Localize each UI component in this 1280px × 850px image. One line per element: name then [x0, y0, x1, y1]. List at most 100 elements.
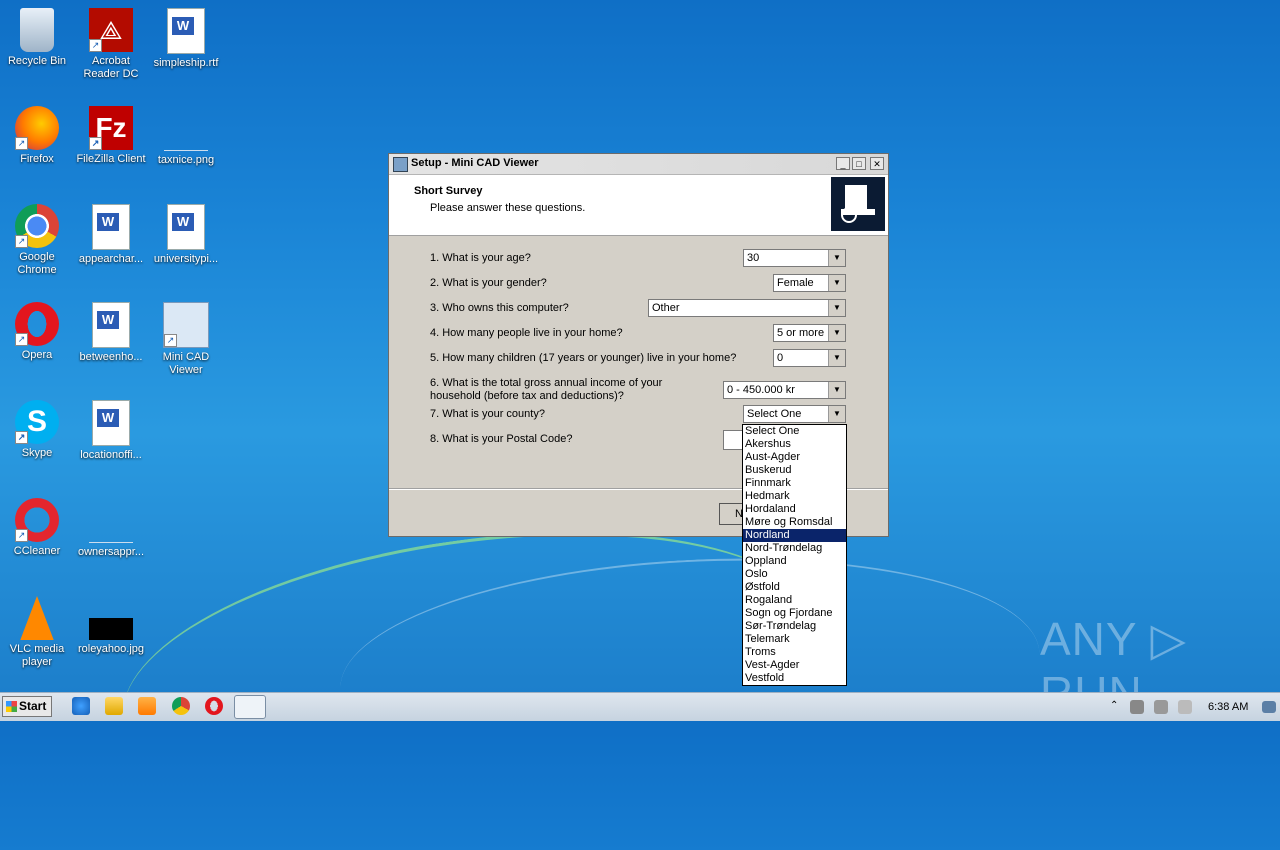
desktop-icon-label: Skype	[21, 447, 53, 459]
minimize-icon[interactable]: _	[836, 157, 850, 170]
desktop-icon-betweenho[interactable]: W betweenho...	[74, 302, 148, 364]
chevron-down-icon[interactable]: ▼	[828, 382, 845, 398]
taskbar: Start ⌃ 6:38 AM	[0, 692, 1280, 721]
image-file-icon	[164, 106, 208, 151]
county-dropdown-list[interactable]: Select One Akershus Aust-Agder Buskerud Finn…	[742, 424, 847, 686]
question-children: 5. How many children (17 years or younge…	[430, 352, 737, 364]
desktop-icon-acrobat[interactable]: ⟁ ↗ Acrobat Reader DC	[74, 8, 148, 81]
maximize-icon[interactable]: □	[852, 157, 866, 170]
desktop-icon-label: betweenho...	[79, 351, 143, 363]
desktop-icon-universitypi[interactable]: W universitypi...	[149, 204, 223, 266]
gender-select[interactable]: Female ▼	[773, 274, 846, 292]
household-size-select[interactable]: 5 or more ▼	[773, 324, 846, 342]
chevron-down-icon[interactable]: ▼	[828, 250, 845, 266]
show-hidden-icons-icon[interactable]: ⌃	[1110, 697, 1120, 715]
county-option[interactable]: Nordland	[743, 529, 846, 542]
desktop-icon-mini-cad-viewer[interactable]: ↗ Mini CAD Viewer	[149, 302, 223, 377]
desktop-icon-ownersappr[interactable]: ownersappr...	[74, 498, 148, 559]
county-option[interactable]: Oppland	[743, 555, 846, 568]
chevron-down-icon[interactable]: ▼	[828, 350, 845, 366]
word-document-icon: W	[92, 302, 130, 348]
acrobat-icon: ⟁ ↗	[89, 8, 133, 52]
network-icon[interactable]	[1130, 700, 1144, 714]
county-option[interactable]: Aust-Agder	[743, 451, 846, 464]
desktop-icon-label: CCleaner	[13, 545, 61, 557]
desktop-icon-label: Recycle Bin	[7, 55, 67, 67]
owner-select[interactable]: Other ▼	[648, 299, 846, 317]
opera-icon[interactable]	[205, 697, 223, 715]
desktop-icon-label: locationoffi...	[80, 449, 142, 461]
chevron-down-icon[interactable]: ▼	[828, 325, 845, 341]
dialog-titlebar[interactable]: Setup - Mini CAD Viewer _ □ ✕	[389, 154, 888, 175]
desktop-icon-label: Acrobat Reader DC	[83, 55, 139, 80]
county-option[interactable]: Troms	[743, 646, 846, 659]
close-icon[interactable]: ✕	[870, 157, 884, 170]
income-value: 0 - 450.000 kr	[727, 384, 795, 396]
county-option[interactable]: Vest-Agder	[743, 659, 846, 672]
desktop-icon-label: simpleship.rtf	[153, 57, 219, 69]
question-income: 6. What is the total gross annual income…	[430, 377, 663, 389]
word-document-icon: W	[167, 8, 205, 54]
volume-icon[interactable]	[1154, 700, 1168, 714]
county-option[interactable]: Hedmark	[743, 490, 846, 503]
vlc-icon	[20, 596, 54, 640]
county-option[interactable]: Østfold	[743, 581, 846, 594]
county-option[interactable]: Nord-Trøndelag	[743, 542, 846, 555]
county-option[interactable]: Vestfold	[743, 672, 846, 685]
chrome-icon[interactable]	[172, 697, 190, 715]
desktop-icon-recycle-bin[interactable]: Recycle Bin	[0, 8, 74, 68]
internet-explorer-icon[interactable]	[72, 697, 90, 715]
desktop-icon-appearchar[interactable]: W appearchar...	[74, 204, 148, 266]
header-title: Short Survey	[414, 185, 483, 197]
setup-taskbar-button[interactable]	[234, 695, 266, 719]
desktop-icon-taxnice[interactable]: taxnice.png	[149, 106, 223, 167]
children-select[interactable]: 0 ▼	[773, 349, 846, 367]
dialog-header: Short Survey Please answer these questio…	[389, 175, 888, 236]
desktop-icon-vlc[interactable]: VLC media player	[0, 596, 74, 669]
folder-icon[interactable]	[105, 697, 123, 715]
county-select[interactable]: Select One ▼	[743, 405, 846, 423]
county-option[interactable]: Oslo	[743, 568, 846, 581]
question-county: 7. What is your county?	[430, 408, 545, 420]
desktop-icon-label: ownersappr...	[77, 546, 145, 558]
desktop-icon-firefox[interactable]: ↗ Firefox	[0, 106, 74, 166]
filezilla-icon: Fz ↗	[89, 106, 133, 150]
action-center-flag-icon[interactable]	[1178, 700, 1192, 714]
chevron-down-icon[interactable]: ▼	[828, 275, 845, 291]
county-option[interactable]: Møre og Romsdal	[743, 516, 846, 529]
county-option[interactable]: Akershus	[743, 438, 846, 451]
county-option[interactable]: Hordaland	[743, 503, 846, 516]
desktop-icon-google-chrome[interactable]: ↗ Google Chrome	[0, 204, 74, 277]
age-select[interactable]: 30 ▼	[743, 249, 846, 267]
desktop-icon-label: Mini CAD Viewer	[162, 351, 210, 376]
desktop-icon-locationoffi[interactable]: W locationoffi...	[74, 400, 148, 462]
county-option[interactable]: Finnmark	[743, 477, 846, 490]
clock[interactable]: 6:38 AM	[1208, 701, 1248, 713]
show-desktop-icon[interactable]	[1262, 701, 1276, 713]
county-option[interactable]: Select One	[743, 425, 846, 438]
county-option[interactable]: Sogn og Fjordane	[743, 607, 846, 620]
desktop-icon-simpleship[interactable]: W simpleship.rtf	[149, 8, 223, 70]
desktop-icon-roleyahoo[interactable]: roleyahoo.jpg	[74, 596, 148, 656]
county-option[interactable]: Rogaland	[743, 594, 846, 607]
desktop-icon-opera[interactable]: ↗ Opera	[0, 302, 74, 362]
recycle-bin-icon	[20, 8, 54, 52]
county-option[interactable]: Telemark	[743, 633, 846, 646]
word-document-icon: W	[167, 204, 205, 250]
media-player-icon[interactable]	[138, 697, 156, 715]
chevron-down-icon[interactable]: ▼	[828, 406, 845, 422]
income-select[interactable]: 0 - 450.000 kr ▼	[723, 381, 846, 399]
county-option[interactable]: Buskerud	[743, 464, 846, 477]
chevron-down-icon[interactable]: ▼	[828, 300, 845, 316]
owner-value: Other	[652, 302, 680, 314]
question-household-size: 4. How many people live in your home?	[430, 327, 623, 339]
desktop-icon-skype[interactable]: S ↗ Skype	[0, 400, 74, 460]
start-button[interactable]: Start	[2, 696, 52, 717]
desktop-icon-filezilla[interactable]: Fz ↗ FileZilla Client	[74, 106, 148, 166]
desktop-icon-ccleaner[interactable]: ↗ CCleaner	[0, 498, 74, 558]
word-document-icon: W	[92, 400, 130, 446]
desktop-icon-label: Firefox	[20, 153, 54, 165]
gender-value: Female	[777, 277, 814, 289]
county-option[interactable]: Sør-Trøndelag	[743, 620, 846, 633]
opera-icon: ↗	[15, 302, 59, 346]
